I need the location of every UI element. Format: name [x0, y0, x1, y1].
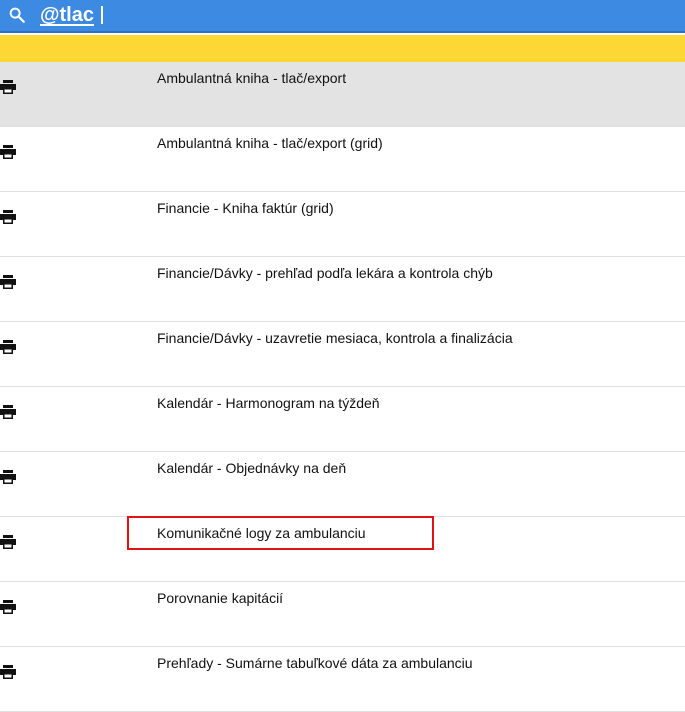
list-item[interactable]: Financie/Dávky - uzavretie mesiaca, kont…: [0, 322, 685, 387]
list-item-label: Kalendár - Objednávky na deň: [157, 460, 347, 476]
list-item[interactable]: Financie/Dávky - prehľad podľa lekára a …: [0, 257, 685, 322]
list-item[interactable]: Kalendár - Harmonogram na týždeň: [0, 387, 685, 452]
results-list: Ambulantná kniha - tlač/export Ambulantn…: [0, 62, 685, 712]
list-item[interactable]: Porovnanie kapitácií: [0, 582, 685, 647]
list-item-label: Financie - Kniha faktúr (grid): [157, 200, 334, 216]
printer-icon: [0, 145, 16, 159]
printer-icon: [0, 535, 16, 549]
printer-icon: [0, 340, 16, 354]
list-item-label: Ambulantná kniha - tlač/export (grid): [157, 135, 383, 151]
list-item-label: Porovnanie kapitácií: [157, 590, 284, 606]
list-item[interactable]: Ambulantná kniha - tlač/export: [0, 62, 685, 127]
printer-icon: [0, 275, 16, 289]
search-bar: @tlac: [0, 0, 685, 33]
search-input[interactable]: @tlac: [40, 3, 94, 27]
yellow-banner: [0, 35, 685, 62]
list-item-label: Kalendár - Harmonogram na týždeň: [157, 395, 380, 411]
printer-icon: [0, 665, 16, 679]
list-item[interactable]: Prehľady - Sumárne tabuľkové dáta za amb…: [0, 647, 685, 712]
list-item[interactable]: Ambulantná kniha - tlač/export (grid): [0, 127, 685, 192]
printer-icon: [0, 210, 16, 224]
list-item-label: Ambulantná kniha - tlač/export: [157, 70, 347, 86]
list-item[interactable]: Komunikačné logy za ambulanciu: [0, 517, 685, 582]
search-icon[interactable]: [8, 6, 26, 24]
list-item[interactable]: Kalendár - Objednávky na deň: [0, 452, 685, 517]
printer-icon: [0, 405, 16, 419]
list-item-label: Prehľady - Sumárne tabuľkové dáta za amb…: [157, 655, 473, 671]
printer-icon: [0, 80, 16, 94]
text-cursor: [101, 6, 103, 24]
list-item[interactable]: Financie - Kniha faktúr (grid): [0, 192, 685, 257]
list-item-label: Komunikačné logy za ambulanciu: [157, 525, 366, 541]
printer-icon: [0, 600, 16, 614]
printer-icon: [0, 470, 16, 484]
list-item-label: Financie/Dávky - prehľad podľa lekára a …: [157, 265, 493, 281]
list-item-label: Financie/Dávky - uzavretie mesiaca, kont…: [157, 330, 513, 346]
